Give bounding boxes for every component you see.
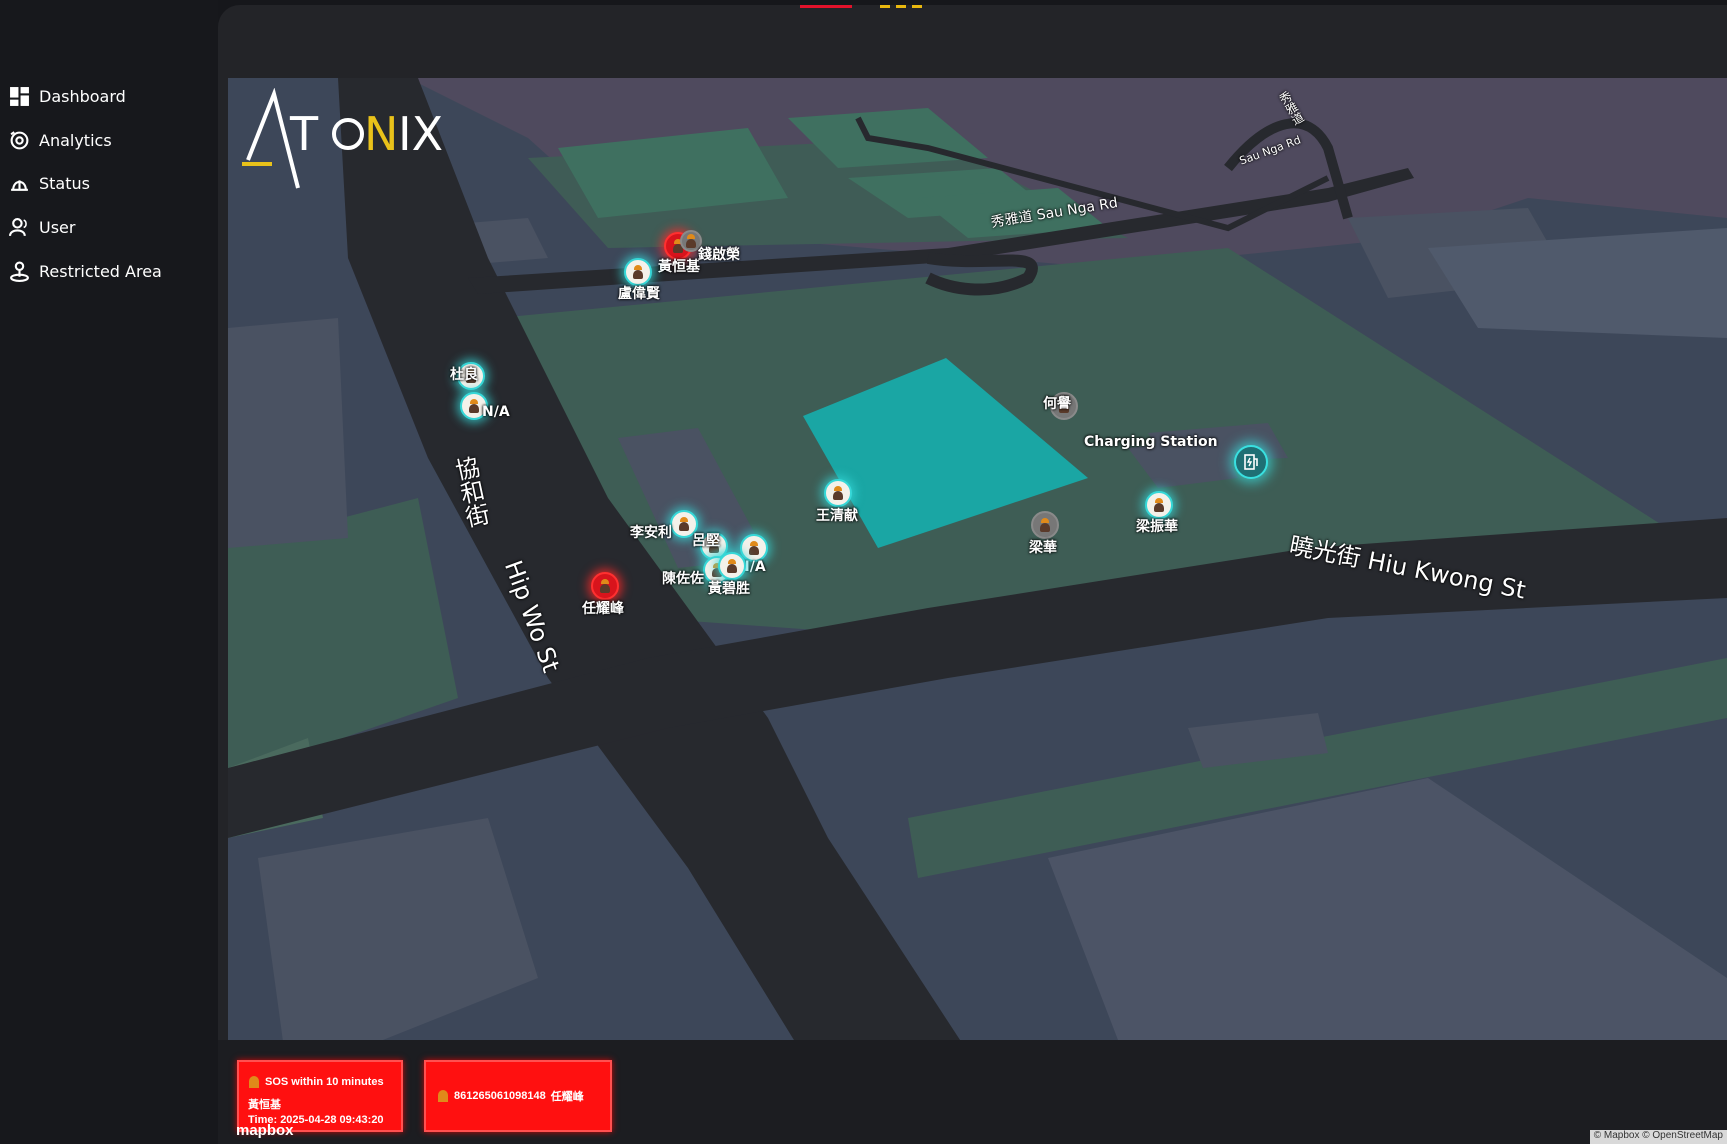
worker-label: 任耀峰 <box>582 601 624 617</box>
worker-icon <box>632 265 644 279</box>
sidebar-item-status[interactable]: Status <box>8 168 90 198</box>
sidebar: Dashboard Analytics Status User Restrict… <box>0 0 218 1144</box>
worker-icon <box>1039 518 1051 532</box>
status-icon <box>8 172 30 194</box>
worker-icon <box>678 517 690 531</box>
charging-station-icon <box>1244 454 1258 470</box>
sidebar-item-analytics[interactable]: Analytics <box>8 125 112 155</box>
svg-text:T: T <box>289 107 320 161</box>
sidebar-item-label: Status <box>39 173 90 193</box>
sidebar-item-restricted-area[interactable]: Restricted Area <box>8 256 162 286</box>
user-icon <box>8 216 30 238</box>
worker-label: 梁振華 <box>1136 519 1178 535</box>
worker-icon <box>249 1076 259 1088</box>
sidebar-item-label: Analytics <box>39 130 112 150</box>
sidebar-item-label: Dashboard <box>39 86 126 106</box>
charging-station-label: Charging Station <box>1084 434 1218 450</box>
worker-label: 黃恒基 <box>658 259 700 275</box>
worker-marker[interactable] <box>824 479 852 507</box>
worker-marker[interactable] <box>624 258 652 286</box>
top-accent-bars <box>800 5 1000 8</box>
worker-icon <box>1153 498 1165 512</box>
map-attribution[interactable]: © Mapbox © OpenStreetMap <box>1589 1130 1727 1144</box>
svg-text:IX: IX <box>398 107 443 161</box>
mapbox-logo-text: mapbox <box>236 1122 294 1139</box>
atonix-logo: T N IX <box>242 87 452 198</box>
worker-label: 盧偉賢 <box>618 286 660 302</box>
device-alert-name: 任耀峰 <box>550 1091 584 1103</box>
worker-icon <box>468 399 480 413</box>
worker-icon <box>438 1090 448 1102</box>
worker-label: 王清献 <box>816 508 858 524</box>
worker-label: 呂堅 <box>692 533 720 549</box>
charging-station-marker[interactable] <box>1234 445 1268 479</box>
worker-marker[interactable] <box>718 552 746 580</box>
dashboard-icon <box>8 85 30 107</box>
sidebar-item-label: Restricted Area <box>39 261 162 281</box>
worker-label: 陳佐佐 <box>662 571 704 587</box>
worker-label: N/A <box>482 404 510 420</box>
worker-label: 錢啟榮 <box>698 247 740 263</box>
device-alert-id: 861265061098148 <box>454 1090 546 1102</box>
sos-alert-name: 黃恒基 <box>248 1099 281 1111</box>
worker-label: 黃碧胜 <box>708 581 750 597</box>
sos-alert-title: SOS within 10 minutes <box>265 1076 384 1088</box>
alert-bar: SOS within 10 minutes 黃恒基 Time: 2025-04-… <box>218 1040 1727 1144</box>
worker-icon <box>832 486 844 500</box>
worker-label: 何譽 <box>1043 396 1071 412</box>
analytics-icon <box>8 129 30 151</box>
worker-marker[interactable] <box>591 572 619 600</box>
sidebar-item-user[interactable]: User <box>8 212 75 242</box>
worker-icon <box>685 234 697 248</box>
sidebar-item-dashboard[interactable]: Dashboard <box>8 81 126 111</box>
worker-marker[interactable] <box>1145 491 1173 519</box>
restricted-area-icon <box>8 260 30 282</box>
worker-icon <box>748 541 760 555</box>
map-base <box>228 78 1727 1144</box>
worker-label: 杜良 <box>450 367 478 383</box>
device-alert-card[interactable]: 861265061098148 任耀峰 <box>424 1060 612 1132</box>
worker-icon <box>726 559 738 573</box>
map-view[interactable]: T N IX 秀雅道 Sau Nga Rd 曉光街 Hiu Kwong St 協… <box>228 78 1727 1144</box>
sidebar-item-label: User <box>39 217 76 237</box>
worker-label: 梁華 <box>1029 540 1057 556</box>
worker-marker[interactable] <box>1031 511 1059 539</box>
worker-icon <box>599 579 611 593</box>
worker-label: 李安利 <box>630 525 672 541</box>
mapbox-logo[interactable]: mapbox <box>236 1122 294 1139</box>
worker-marker[interactable] <box>740 534 768 562</box>
svg-text:N: N <box>364 107 398 161</box>
